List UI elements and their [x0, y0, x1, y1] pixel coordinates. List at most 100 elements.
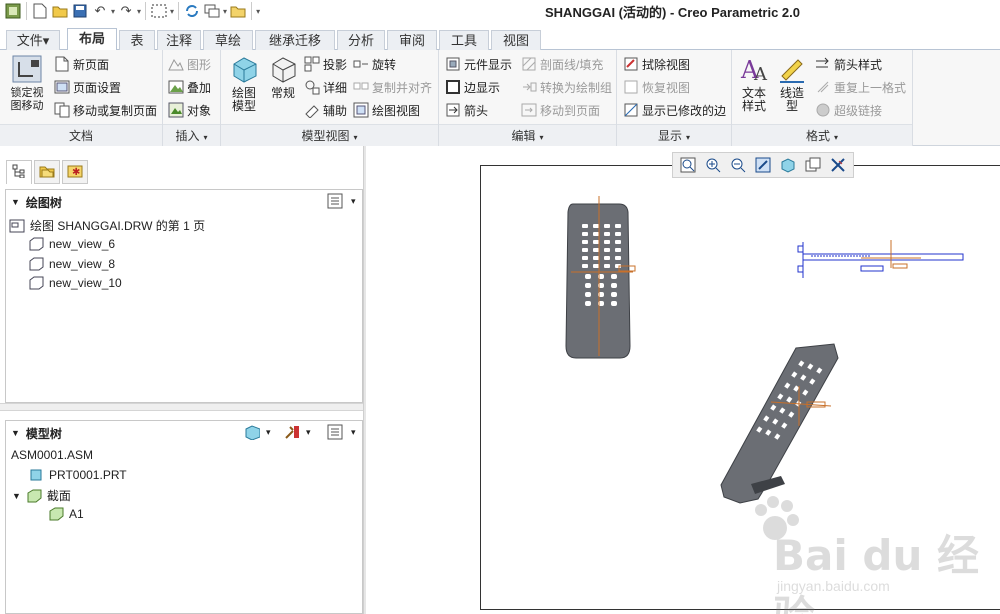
refit-icon[interactable] — [676, 154, 700, 176]
drawing-model-button[interactable]: 绘图 模型 — [225, 54, 263, 113]
arrow-style-button[interactable]: 箭头样式 — [815, 54, 882, 74]
list-settings-icon — [327, 424, 343, 440]
tab-folder-browser[interactable] — [34, 160, 60, 184]
repaint-icon[interactable] — [751, 154, 775, 176]
drawing-tree-header[interactable]: ▼ 绘图树 — [6, 190, 362, 214]
section-fill-icon — [521, 56, 537, 72]
overlay-button[interactable]: 叠加 — [168, 77, 211, 97]
edge-display-button[interactable]: 边显示 — [445, 77, 500, 97]
copy-align-button[interactable]: 复制并对齐 — [353, 77, 432, 97]
undo-dropdown-icon[interactable]: ▾ — [111, 7, 115, 16]
tab-review[interactable]: 审阅 — [387, 30, 437, 50]
hyperlink-button[interactable]: 超级链接 — [815, 100, 882, 120]
undo-icon[interactable]: ↶ — [91, 2, 109, 20]
select-box-icon[interactable] — [150, 2, 168, 20]
revolve-button[interactable]: 旋转 — [353, 54, 396, 74]
component-display-button[interactable]: 元件显示 — [445, 54, 512, 74]
section-fill-button[interactable]: 剖面线/填充 — [521, 54, 603, 74]
general-view-label: 常规 — [270, 86, 295, 100]
redo-icon[interactable]: ↷ — [117, 2, 135, 20]
front-view-remote[interactable] — [565, 196, 636, 359]
tab-legacy-migration[interactable]: 继承迁移 — [255, 30, 335, 50]
tab-analysis[interactable]: 分析 — [337, 30, 385, 50]
tab-model-tree-nav[interactable] — [6, 160, 32, 184]
zoom-in-icon[interactable] — [701, 154, 725, 176]
model-tree-show-button[interactable]: ▾ — [244, 424, 271, 440]
page-setup-icon — [54, 79, 70, 95]
isometric-view-remote[interactable] — [720, 343, 839, 504]
graphics-button[interactable]: 图形 — [168, 54, 211, 74]
tree-node-view[interactable]: new_view_6 — [28, 236, 115, 252]
section-folder-node[interactable]: ▼ 截面 — [12, 487, 71, 504]
group-model-views-label[interactable]: 模型视图 ▾ — [221, 124, 438, 146]
tab-layout[interactable]: 布局 — [67, 28, 117, 51]
open-folder-icon[interactable] — [51, 2, 69, 20]
convert-draw-group-button[interactable]: 转换为绘制组 — [521, 77, 612, 97]
windows-icon[interactable] — [203, 2, 221, 20]
display-style-icon[interactable] — [776, 154, 800, 176]
arrow-button[interactable]: 箭头 — [445, 100, 488, 120]
auxiliary-button[interactable]: 辅助 — [304, 100, 347, 120]
tree-node-view[interactable]: new_view_10 — [28, 275, 122, 291]
group-document: 锁定视 图移动 新页面 页面设置 移动或复制页面 文档 — [0, 50, 163, 146]
close-window-icon[interactable] — [229, 2, 247, 20]
select-dropdown-icon[interactable]: ▾ — [170, 7, 174, 16]
lock-view-icon — [11, 54, 43, 84]
graphics-label: 图形 — [187, 57, 212, 72]
watermark-url: jingyan.baidu.com — [777, 578, 890, 594]
general-view-button[interactable]: 常规 — [265, 54, 301, 100]
projection-button[interactable]: 投影 — [304, 54, 347, 74]
part-node[interactable]: PRT0001.PRT — [28, 467, 127, 483]
lock-view-move-button[interactable]: 锁定视 图移动 — [6, 54, 48, 113]
customize-toolbar-icon[interactable]: ▾ — [256, 7, 260, 16]
section-node[interactable]: A1 — [48, 506, 84, 522]
expand-triangle-icon[interactable]: ▼ — [12, 491, 21, 501]
tab-annotate[interactable]: 注释 — [157, 30, 201, 50]
tab-table[interactable]: 表 — [119, 30, 155, 50]
model-tree-tools-button[interactable]: ▾ — [284, 424, 311, 440]
object-button[interactable]: 对象 — [168, 100, 211, 120]
page-setup-button[interactable]: 页面设置 — [54, 77, 121, 97]
group-edit-label[interactable]: 编辑 ▾ — [439, 124, 616, 146]
tab-tools[interactable]: 工具 — [439, 30, 489, 50]
show-part-icon — [244, 424, 260, 440]
drawing-root-node[interactable]: 绘图 SHANGGAI.DRW 的第 1 页 — [9, 217, 205, 234]
tab-view[interactable]: 视图 — [491, 30, 541, 50]
tree-node-view[interactable]: new_view_8 — [28, 256, 115, 272]
drawing-view-button[interactable]: 绘图视图 — [353, 100, 420, 120]
redo-dropdown-icon[interactable]: ▾ — [137, 7, 141, 16]
zoom-out-icon[interactable] — [726, 154, 750, 176]
drawing-tree-settings-button[interactable]: ▾ — [327, 193, 356, 209]
panel-splitter[interactable] — [0, 403, 363, 411]
move-copy-page-button[interactable]: 移动或复制页面 — [54, 100, 157, 120]
tab-file[interactable]: 文件▾ — [6, 30, 60, 50]
new-page-button[interactable]: 新页面 — [54, 54, 109, 74]
side-view-remote[interactable] — [797, 240, 964, 278]
group-insert-label[interactable]: 插入 ▾ — [163, 124, 220, 146]
erase-view-button[interactable]: 拭除视图 — [623, 54, 690, 74]
save-icon[interactable] — [71, 2, 89, 20]
app-icon[interactable] — [4, 2, 22, 20]
move-to-page-button[interactable]: 移动到页面 — [521, 100, 600, 120]
group-edit: 元件显示 边显示 箭头 剖面线/填充 转换为绘制组 移动到页面 编辑 ▾ — [439, 50, 617, 146]
assembly-root-label: ASM0001.ASM — [11, 448, 94, 462]
tab-sketch[interactable]: 草绘 — [203, 30, 253, 50]
show-modified-edges-button[interactable]: 显示已修改的边 — [623, 100, 726, 120]
text-style-button[interactable]: AA 文本 样式 — [736, 54, 772, 113]
saved-views-icon[interactable] — [801, 154, 825, 176]
repeat-last-format-button[interactable]: 重复上一格式 — [815, 77, 906, 97]
new-file-icon[interactable] — [31, 2, 49, 20]
windows-dropdown-icon[interactable]: ▾ — [223, 7, 227, 16]
group-display-label[interactable]: 显示 ▾ — [617, 124, 731, 146]
group-format-label[interactable]: 格式 ▾ — [732, 124, 912, 146]
regenerate-icon[interactable] — [183, 2, 201, 20]
tab-favorites[interactable]: ✱ — [62, 160, 88, 184]
line-style-button[interactable]: 线造 型 — [774, 54, 810, 113]
resume-view-button[interactable]: 恢复视图 — [623, 77, 690, 97]
assembly-root-node[interactable]: ASM0001.ASM — [11, 448, 93, 462]
detail-button[interactable]: 详细 — [304, 77, 347, 97]
navigator-tabs: ✱ — [0, 156, 363, 186]
datum-display-icon[interactable] — [826, 154, 850, 176]
model-tree-settings-button[interactable]: ▾ — [327, 424, 356, 440]
chevron-down-icon: ▾ — [306, 426, 311, 437]
